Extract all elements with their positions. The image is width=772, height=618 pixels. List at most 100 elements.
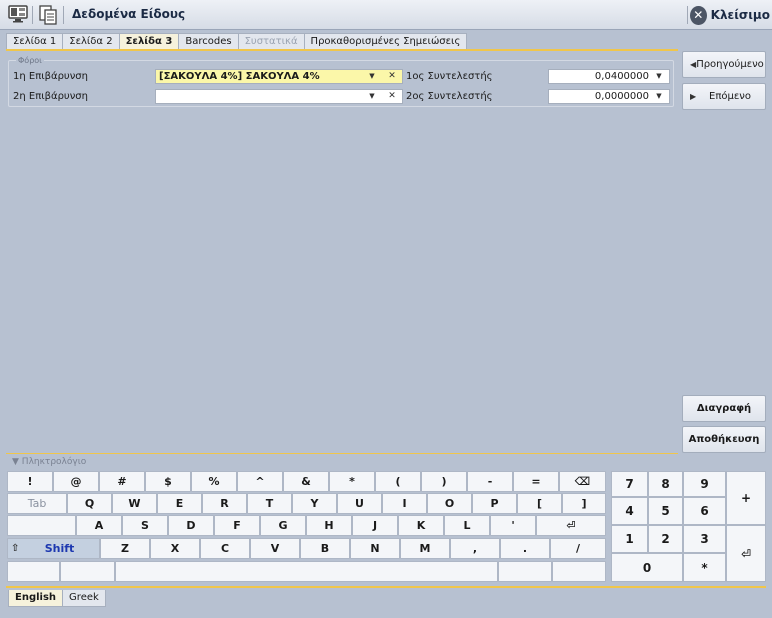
numpad-enter[interactable]: ⏎ (726, 525, 766, 582)
key-4-row4[interactable]: B (300, 538, 350, 559)
key-2-row4[interactable]: C (200, 538, 250, 559)
language-english-tab[interactable]: English (8, 590, 64, 607)
clear-icon[interactable]: ✕ (382, 90, 402, 103)
key-7-row1[interactable]: * (329, 471, 375, 492)
key-0-row4[interactable]: Z (100, 538, 150, 559)
blank-key[interactable] (7, 561, 60, 582)
charge1-combo[interactable]: [ΣΑΚΟΥΛΑ 4%] ΣΑΚΟΥΛΑ 4% ▼ ✕ (155, 69, 403, 84)
chevron-down-icon[interactable]: ▼ (649, 70, 669, 83)
chevron-down-icon[interactable]: ▼ (362, 70, 382, 83)
key-1-row1[interactable]: @ (53, 471, 99, 492)
numpad-0[interactable]: 0 (611, 553, 683, 582)
keyboard-bottom-divider (6, 586, 766, 588)
key-6-row4[interactable]: M (400, 538, 450, 559)
numpad-4[interactable]: 4 (611, 497, 648, 525)
key-0-row1[interactable]: ! (7, 471, 53, 492)
key-9-row4[interactable]: / (550, 538, 606, 559)
numpad-6[interactable]: 6 (683, 497, 726, 525)
close-button[interactable]: ✕ Κλείσιμο (690, 4, 770, 26)
charge2-label: 2η Επιβάρυνση (13, 91, 88, 102)
language-greek-tab[interactable]: Greek (62, 590, 106, 607)
key-1-row2[interactable]: Q (67, 493, 112, 514)
key-1-row4[interactable]: X (150, 538, 200, 559)
blank-key[interactable] (60, 561, 115, 582)
key-5-row2[interactable]: T (247, 493, 292, 514)
key-6-row2[interactable]: Y (292, 493, 337, 514)
key-2-row3[interactable]: S (122, 515, 168, 536)
numpad-1[interactable]: 1 (611, 525, 648, 553)
key-11-row1[interactable]: = (513, 471, 559, 492)
blank-key[interactable] (7, 515, 76, 536)
clear-icon[interactable]: ✕ (382, 70, 402, 83)
delete-button[interactable]: Διαγραφή (682, 395, 766, 422)
factor1-value: 0,0400000 (594, 71, 649, 82)
key-3-row4[interactable]: V (250, 538, 300, 559)
caret-left-icon: ◀ (690, 60, 697, 69)
next-button[interactable]: ▶ Επόμενο (682, 83, 766, 110)
key-5-row3[interactable]: G (260, 515, 306, 536)
numpad-2[interactable]: 2 (648, 525, 683, 553)
key-3-row2[interactable]: E (157, 493, 202, 514)
blank-key[interactable] (552, 561, 606, 582)
key-1-row3[interactable]: A (76, 515, 122, 536)
space-bar[interactable] (115, 561, 498, 582)
shift-key[interactable]: ⇧ Shift (7, 538, 100, 559)
key-2-row1[interactable]: # (99, 471, 145, 492)
key-10-row2[interactable]: P (472, 493, 517, 514)
factor1-field[interactable]: 0,0400000 ▼ (548, 69, 670, 84)
key-11-row2[interactable]: [ (517, 493, 562, 514)
save-button[interactable]: Αποθήκευση (682, 426, 766, 453)
numpad-plus[interactable]: + (726, 471, 766, 525)
charge1-value: [ΣΑΚΟΥΛΑ 4%] ΣΑΚΟΥΛΑ 4% (159, 71, 320, 82)
tab-preset-notes[interactable]: Προκαθορισμένες Σημειώσεις (303, 33, 468, 50)
factor2-field[interactable]: 0,0000000 ▼ (548, 89, 670, 104)
tab-page-3[interactable]: Σελίδα 3 (118, 33, 180, 50)
previous-button[interactable]: ◀ Προηγούμενο (682, 51, 766, 78)
key-10-row1[interactable]: - (467, 471, 513, 492)
numpad-7[interactable]: 7 (611, 471, 648, 497)
tab-ingredients: Συστατικά (237, 33, 305, 50)
numpad-star[interactable]: * (683, 553, 726, 582)
key-12-row2[interactable]: ] (562, 493, 606, 514)
chevron-down-icon[interactable]: ▼ (362, 90, 382, 103)
key-9-row3[interactable]: L (444, 515, 490, 536)
enter-key[interactable]: ⏎ (536, 515, 606, 536)
key-9-row1[interactable]: ) (421, 471, 467, 492)
numpad-8[interactable]: 8 (648, 471, 683, 497)
numpad-5[interactable]: 5 (648, 497, 683, 525)
chevron-down-icon[interactable]: ▼ (649, 90, 669, 103)
key-12-row1[interactable]: ⌫ (559, 471, 606, 492)
tab-page-2[interactable]: Σελίδα 2 (62, 33, 120, 50)
key-7-row2[interactable]: U (337, 493, 382, 514)
numpad-9[interactable]: 9 (683, 471, 726, 497)
blank-key[interactable] (498, 561, 552, 582)
key-4-row2[interactable]: R (202, 493, 247, 514)
charge1-label: 1η Επιβάρυνση (13, 71, 88, 82)
key-9-row2[interactable]: O (427, 493, 472, 514)
key-8-row4[interactable]: . (500, 538, 550, 559)
key-6-row1[interactable]: & (283, 471, 329, 492)
key-2-row2[interactable]: W (112, 493, 157, 514)
monitor-icon[interactable] (8, 5, 28, 23)
key-8-row2[interactable]: I (382, 493, 427, 514)
numpad-3[interactable]: 3 (683, 525, 726, 553)
charge2-combo[interactable]: ▼ ✕ (155, 89, 403, 104)
tab-barcodes[interactable]: Barcodes (178, 33, 239, 50)
key-4-row1[interactable]: % (191, 471, 237, 492)
key-7-row4[interactable]: , (450, 538, 500, 559)
key-7-row3[interactable]: J (352, 515, 398, 536)
key-4-row3[interactable]: F (214, 515, 260, 536)
key-6-row3[interactable]: H (306, 515, 352, 536)
key-8-row1[interactable]: ( (375, 471, 421, 492)
tab-page-1[interactable]: Σελίδα 1 (6, 33, 64, 50)
key-8-row3[interactable]: K (398, 515, 444, 536)
key-10-row3[interactable]: ' (490, 515, 536, 536)
copy-document-icon[interactable] (38, 5, 58, 25)
tab-key[interactable]: Tab (7, 493, 67, 514)
header-divider (687, 6, 688, 24)
key-5-row1[interactable]: ^ (237, 471, 283, 492)
key-3-row3[interactable]: D (168, 515, 214, 536)
tab-underline (6, 49, 678, 51)
key-5-row4[interactable]: N (350, 538, 400, 559)
key-3-row1[interactable]: $ (145, 471, 191, 492)
